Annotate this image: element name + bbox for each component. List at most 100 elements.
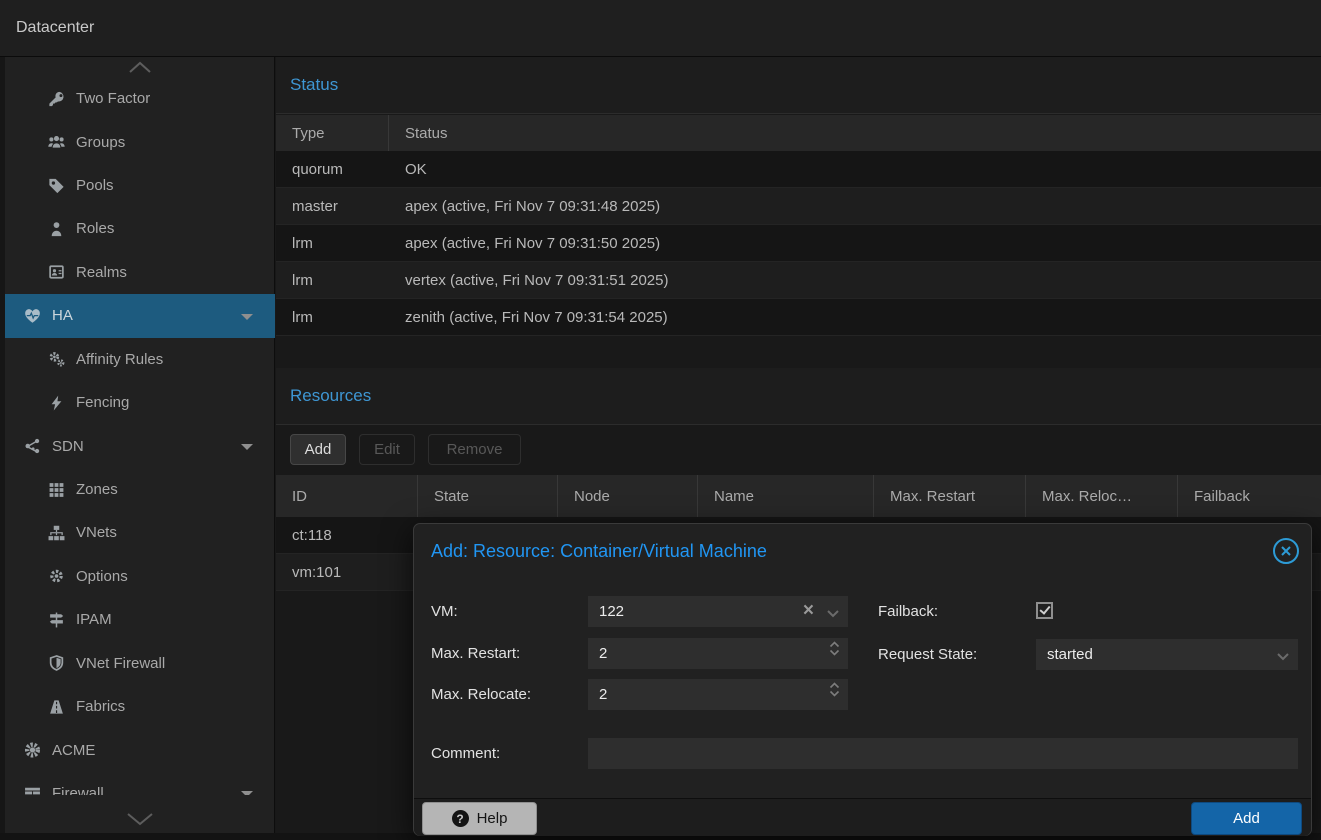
top-header: Datacenter [0,0,1321,57]
heartbeat-icon [24,307,41,324]
app-root: Datacenter Two Factor Groups Pools Roles Rea… [0,0,1321,840]
scroll-up-icon[interactable] [5,57,275,77]
scroll-down-icon[interactable] [5,805,275,833]
road-icon [48,698,65,715]
comment-label: Comment: [431,738,500,769]
sidebar-item-vnets[interactable]: VNets [5,511,275,554]
sidebar-item-label: VNets [76,524,117,541]
sidebar-item-firewall[interactable]: Firewall [5,772,275,795]
question-icon: ? [452,810,469,827]
vm-combobox[interactable]: 122 × [588,596,848,627]
max-relocate-label: Max. Relocate: [431,679,531,710]
sidebar-item-label: Groups [76,134,125,151]
max-restart-label: Max. Restart: [431,638,520,669]
chevron-down-icon[interactable] [826,605,840,622]
sidebar-item-realms[interactable]: Realms [5,251,275,294]
sidebar-item-label: ACME [52,742,95,759]
table-cell: master [276,188,389,224]
vm-label: VM: [431,596,458,627]
table-cell: lrm [276,225,389,261]
sidebar-item-acme[interactable]: ACME [5,728,275,771]
max-restart-stepper[interactable]: 2 [588,638,848,669]
add-button[interactable]: Add [290,434,346,465]
sitemap-icon [48,524,65,541]
chevron-down-icon[interactable] [241,314,253,320]
sidebar-item-ipam[interactable]: IPAM [5,598,275,641]
table-row[interactable]: lrmzenith (active, Fri Nov 7 09:31:54 20… [276,299,1321,336]
tag-icon [48,177,65,194]
sidebar-item-label: Fabrics [76,698,125,715]
column-header-status[interactable]: Status [389,115,1321,151]
column-header-id[interactable]: ID [276,475,418,517]
max-relocate-value: 2 [588,686,607,703]
edit-button[interactable]: Edit [359,434,415,465]
shield-icon [48,655,65,672]
column-header-failback[interactable]: Failback [1178,475,1321,517]
status-table: TypeStatusquorumOKmasterapex (active, Fr… [276,115,1321,336]
column-header-max-restart[interactable]: Max. Restart [874,475,1026,517]
table-row[interactable]: masterapex (active, Fri Nov 7 09:31:48 2… [276,188,1321,225]
table-row[interactable]: quorumOK [276,151,1321,188]
sidebar-item-zones[interactable]: Zones [5,468,275,511]
table-cell: apex (active, Fri Nov 7 09:31:50 2025) [389,225,1321,261]
sidebar-item-pools[interactable]: Pools [5,164,275,207]
sidebar-item-fencing[interactable]: Fencing [5,381,275,424]
table-row[interactable]: lrmapex (active, Fri Nov 7 09:31:50 2025… [276,225,1321,262]
share-nodes-icon [24,438,41,455]
sidebar-item-label: HA [52,307,73,324]
remove-button[interactable]: Remove [428,434,521,465]
max-relocate-stepper[interactable]: 2 [588,679,848,710]
sidebar-item-label: Zones [76,481,118,498]
table-cell: lrm [276,262,389,298]
sidebar-item-label: Roles [76,220,114,237]
sidebar-item-label: IPAM [76,611,112,628]
signpost-icon [48,611,65,628]
sidebar: Two Factor Groups Pools Roles Realms HA Affini… [0,57,275,840]
spinner-icons[interactable] [829,641,840,656]
gears-icon [48,351,65,368]
sidebar-item-label: Realms [76,264,127,281]
resources-section-title: Resources [290,368,371,424]
column-header-max-reloc[interactable]: Max. Reloc… [1026,475,1178,517]
bolt-icon [48,394,65,411]
comment-field[interactable] [588,738,1298,769]
column-header-state[interactable]: State [418,475,558,517]
sidebar-item-two-factor[interactable]: Two Factor [5,77,275,120]
clear-icon[interactable]: × [803,600,814,622]
request-state-value: started [1036,646,1093,663]
column-header-node[interactable]: Node [558,475,698,517]
column-header-name[interactable]: Name [698,475,874,517]
page-title: Datacenter [16,0,94,56]
chevron-down-icon[interactable] [1276,648,1290,665]
resources-section-header: Resources [276,368,1321,425]
request-state-select[interactable]: started [1036,639,1298,670]
status-section-title: Status [290,57,338,113]
spinner-up-icon [829,682,840,689]
failback-checkbox[interactable] [1036,602,1053,619]
help-button[interactable]: ? Help [422,802,537,835]
sidebar-item-affinity-rules[interactable]: Affinity Rules [5,338,275,381]
close-icon[interactable] [1273,538,1299,564]
spinner-icons[interactable] [829,682,840,697]
sidebar-item-label: Pools [76,177,114,194]
sidebar-nav: Two Factor Groups Pools Roles Realms HA Affini… [5,77,275,795]
chevron-down-icon[interactable] [241,791,253,795]
sidebar-item-roles[interactable]: Roles [5,207,275,250]
sidebar-item-vnet-firewall[interactable]: VNet Firewall [5,641,275,684]
sidebar-item-groups[interactable]: Groups [5,120,275,163]
sidebar-item-ha[interactable]: HA [5,294,275,337]
resources-table-header: IDStateNodeNameMax. RestartMax. Reloc…Fa… [276,475,1321,517]
dialog-title: Add: Resource: Container/Virtual Machine [431,541,767,562]
table-row[interactable]: lrmvertex (active, Fri Nov 7 09:31:51 20… [276,262,1321,299]
sidebar-item-label: Options [76,568,128,585]
table-cell: vm:101 [276,554,418,590]
sidebar-item-sdn[interactable]: SDN [5,424,275,467]
sidebar-item-fabrics[interactable]: Fabrics [5,685,275,728]
sidebar-item-options[interactable]: Options [5,555,275,598]
table-cell: zenith (active, Fri Nov 7 09:31:54 2025) [389,299,1321,335]
chevron-down-icon[interactable] [241,444,253,450]
help-button-label: Help [477,810,508,827]
column-header-type[interactable]: Type [276,115,389,151]
table-cell: quorum [276,151,389,187]
add-submit-button[interactable]: Add [1191,802,1302,835]
